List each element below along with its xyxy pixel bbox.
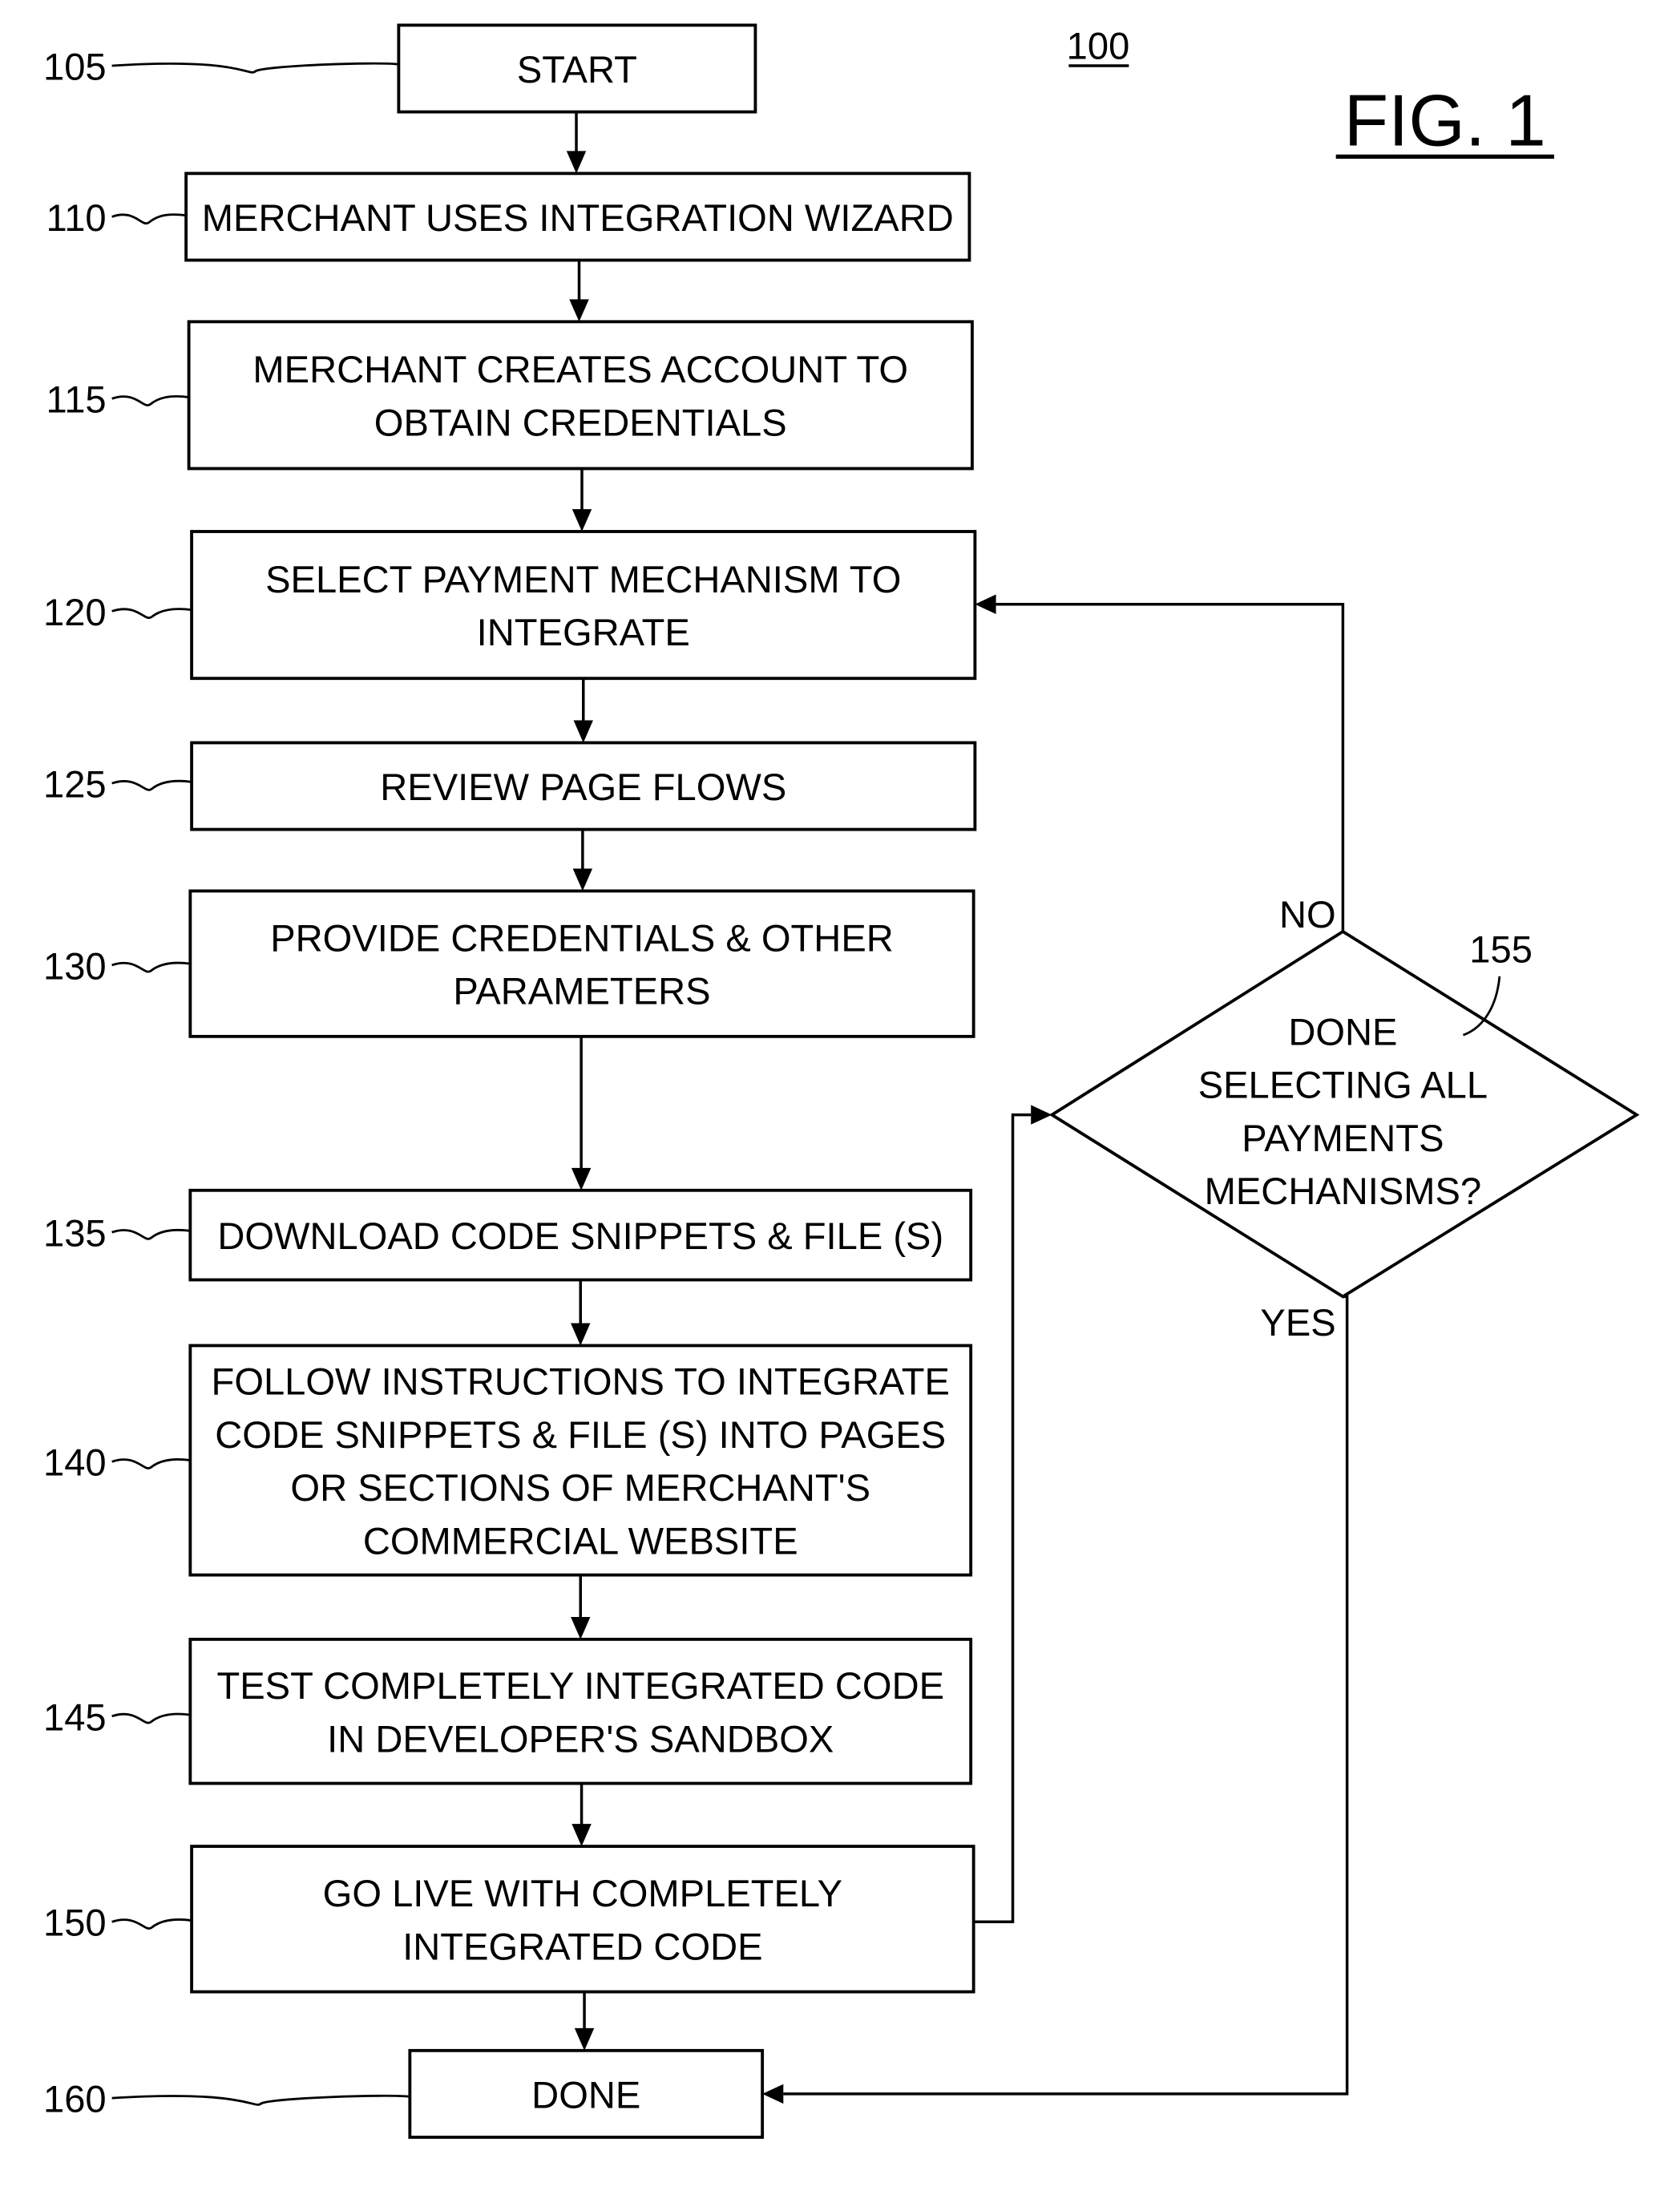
reference-numeral: 105 bbox=[43, 45, 107, 87]
step-text: START bbox=[517, 48, 637, 91]
arrowhead-icon bbox=[566, 151, 587, 174]
arrowhead-icon bbox=[571, 509, 592, 532]
arrowhead-icon bbox=[573, 720, 593, 743]
step-text: INTEGRATED CODE bbox=[402, 1925, 762, 1967]
step-go-live: GO LIVE WITH COMPLETELY INTEGRATED CODE 15… bbox=[43, 1845, 975, 1994]
step-follow-instructions: FOLLOW INSTRUCTIONS TO INTEGRATE CODE SNI… bbox=[43, 1344, 973, 1577]
no-branch-line bbox=[995, 602, 1345, 932]
step-text: DOWNLOAD CODE SNIPPETS & FILE (S) bbox=[217, 1215, 943, 1257]
figure-label: FIG. 1 bbox=[1344, 80, 1546, 161]
decision-text: PAYMENTS bbox=[1242, 1117, 1444, 1159]
reference-leader-line bbox=[111, 2094, 410, 2106]
reference-numeral: 150 bbox=[43, 1902, 107, 1944]
step-test-in-sandbox: TEST COMPLETELY INTEGRATED CODE IN DEVELO… bbox=[43, 1637, 973, 1785]
decision-text: MECHANISMS? bbox=[1205, 1170, 1482, 1212]
arrowhead-icon bbox=[975, 594, 996, 614]
step-box bbox=[187, 320, 974, 471]
decision-text: SELECTING ALL bbox=[1198, 1064, 1488, 1106]
step-merchant-uses-wizard: MERCHANT USES INTEGRATION WIZARD 110 bbox=[46, 172, 971, 262]
step-text: DONE bbox=[531, 2073, 640, 2116]
step-text: PROVIDE CREDENTIALS & OTHER bbox=[270, 916, 894, 959]
step-text: TEST COMPLETELY INTEGRATED CODE bbox=[216, 1664, 944, 1707]
step-provide-credentials: PROVIDE CREDENTIALS & OTHER PARAMETERS 130 bbox=[43, 889, 975, 1038]
no-branch-label: NO bbox=[1279, 893, 1336, 936]
step-text: FOLLOW INSTRUCTIONS TO INTEGRATE bbox=[212, 1360, 950, 1403]
nodes: START 105 MERCHANT USES INTEGRATION WIZARD… bbox=[43, 23, 1640, 2139]
step-box bbox=[190, 1845, 975, 1994]
reference-leader-line bbox=[111, 1712, 191, 1724]
step-text: INTEGRATE bbox=[477, 611, 690, 653]
reference-numeral: 135 bbox=[43, 1212, 107, 1255]
reference-leader-line bbox=[111, 1458, 191, 1469]
step-text: REVIEW PAGE FLOWS bbox=[380, 766, 786, 808]
step-text: OR SECTIONS OF MERCHANT'S bbox=[290, 1466, 870, 1509]
reference-leader-line bbox=[111, 1228, 191, 1240]
step-text: CODE SNIPPETS & FILE (S) INTO PAGES bbox=[215, 1413, 946, 1456]
flowchart-diagram: START 105 MERCHANT USES INTEGRATION WIZARD… bbox=[43, 23, 1640, 2139]
yes-branch-label: YES bbox=[1260, 1301, 1335, 1344]
arrowhead-icon bbox=[571, 1824, 592, 1847]
step-box bbox=[188, 1637, 973, 1785]
step-select-payment-mechanism: SELECT PAYMENT MECHANISM TO INTEGRATE 120 bbox=[43, 530, 977, 681]
reference-numeral: 125 bbox=[43, 763, 107, 806]
reference-leader-line bbox=[111, 1918, 192, 1930]
reference-numeral: 140 bbox=[43, 1441, 107, 1484]
step-box bbox=[190, 530, 977, 681]
reference-numeral: 115 bbox=[46, 378, 107, 421]
reference-numeral: 110 bbox=[46, 196, 107, 239]
step-create-account: MERCHANT CREATES ACCOUNT TO OBTAIN CREDEN… bbox=[46, 320, 974, 471]
step-text: SELECT PAYMENT MECHANISM TO bbox=[265, 558, 901, 600]
step-text: MERCHANT USES INTEGRATION WIZARD bbox=[202, 196, 954, 239]
arrowhead-icon bbox=[762, 2084, 784, 2104]
reference-leader-line bbox=[111, 608, 192, 620]
arrowhead-icon bbox=[571, 1616, 591, 1639]
step-review-page-flows: REVIEW PAGE FLOWS 125 bbox=[43, 741, 977, 831]
reference-leader-line bbox=[111, 213, 187, 225]
reference-leader-line bbox=[111, 395, 189, 406]
step-text: MERCHANT CREATES ACCOUNT TO bbox=[252, 348, 908, 390]
decision-diamond bbox=[1048, 929, 1640, 1299]
decision-done-selecting: DONE SELECTING ALL PAYMENTS MECHANISMS? 155 N… bbox=[1048, 893, 1640, 1344]
step-text: GO LIVE WITH COMPLETELY bbox=[323, 1872, 842, 1914]
reference-numeral: 155 bbox=[1469, 928, 1533, 970]
reference-numeral: 160 bbox=[43, 2078, 107, 2120]
arrowhead-icon bbox=[574, 2027, 595, 2051]
figure-number: 100 bbox=[1067, 24, 1130, 67]
decision-text: DONE bbox=[1288, 1010, 1397, 1053]
reference-numeral: 145 bbox=[43, 1696, 107, 1738]
reference-numeral: 120 bbox=[43, 591, 107, 633]
step-text: COMMERCIAL WEBSITE bbox=[363, 1519, 798, 1562]
arrowhead-icon bbox=[572, 868, 593, 891]
reference-leader-line bbox=[111, 961, 191, 973]
arrowhead-icon bbox=[571, 1323, 591, 1346]
reference-leader-line bbox=[111, 62, 399, 74]
arrowhead-icon bbox=[569, 299, 589, 322]
go-live-to-decision-line bbox=[973, 1113, 1032, 1924]
step-done: DONE 160 bbox=[43, 2048, 765, 2139]
step-download-code-snippets: DOWNLOAD CODE SNIPPETS & FILE (S) 135 bbox=[43, 1188, 973, 1282]
step-box bbox=[188, 889, 975, 1038]
arrowhead-icon bbox=[1031, 1105, 1052, 1125]
reference-leader-line bbox=[111, 779, 192, 791]
arrowhead-icon bbox=[571, 1167, 592, 1190]
step-text: OBTAIN CREDENTIALS bbox=[374, 401, 787, 443]
step-start: START 105 bbox=[43, 23, 757, 114]
step-text: PARAMETERS bbox=[453, 970, 710, 1013]
reference-numeral: 130 bbox=[43, 944, 107, 987]
step-text: IN DEVELOPER'S SANDBOX bbox=[327, 1717, 834, 1760]
